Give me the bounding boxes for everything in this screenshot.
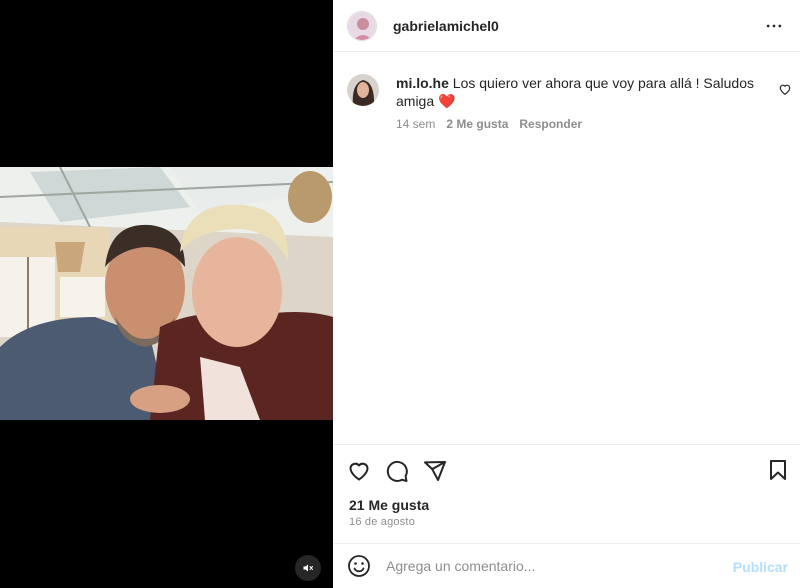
heart-icon[interactable] xyxy=(347,459,371,483)
emoji-icon[interactable] xyxy=(347,554,371,578)
actions-section xyxy=(333,444,800,482)
post-details-pane: gabrielamichel0 mi.lo.he Los quiero ver … xyxy=(333,0,800,588)
comment-icon[interactable] xyxy=(385,459,409,483)
likes-count[interactable]: 21 Me gusta xyxy=(349,497,429,513)
comment-input[interactable] xyxy=(386,558,716,574)
commenter-username[interactable]: mi.lo.he xyxy=(396,75,449,91)
more-options-button[interactable] xyxy=(762,14,786,38)
post-header: gabrielamichel0 xyxy=(333,0,800,52)
avatar-image xyxy=(347,74,379,106)
speaker-muted-icon xyxy=(303,564,313,572)
author-avatar[interactable] xyxy=(347,10,377,41)
avatar-image xyxy=(348,11,376,40)
reply-button[interactable]: Responder xyxy=(519,117,582,131)
commenter-avatar[interactable] xyxy=(347,74,379,106)
comment-time[interactable]: 14 sem xyxy=(396,117,435,131)
author-username[interactable]: gabrielamichel0 xyxy=(393,18,499,34)
post-date: 16 de agosto xyxy=(349,516,416,528)
share-icon[interactable] xyxy=(423,459,447,483)
comment-body: mi.lo.he Los quiero ver ahora que voy pa… xyxy=(396,74,756,110)
post-photo[interactable] xyxy=(0,167,333,420)
media-pane xyxy=(0,0,333,588)
comment-likes[interactable]: 2 Me gusta xyxy=(446,117,508,131)
like-comment-heart-icon[interactable] xyxy=(778,82,792,96)
bookmark-icon[interactable] xyxy=(766,458,790,482)
publish-button[interactable]: Publicar xyxy=(733,559,788,575)
mute-button[interactable] xyxy=(295,555,321,581)
actions-bar xyxy=(347,459,447,483)
comment-meta: 14 sem 2 Me gusta Responder xyxy=(396,117,582,131)
heart-emoji: ❤️ xyxy=(438,93,456,109)
add-comment-bar: Publicar xyxy=(333,543,800,588)
photo-illustration xyxy=(0,167,333,420)
more-horizontal-icon xyxy=(766,24,782,28)
